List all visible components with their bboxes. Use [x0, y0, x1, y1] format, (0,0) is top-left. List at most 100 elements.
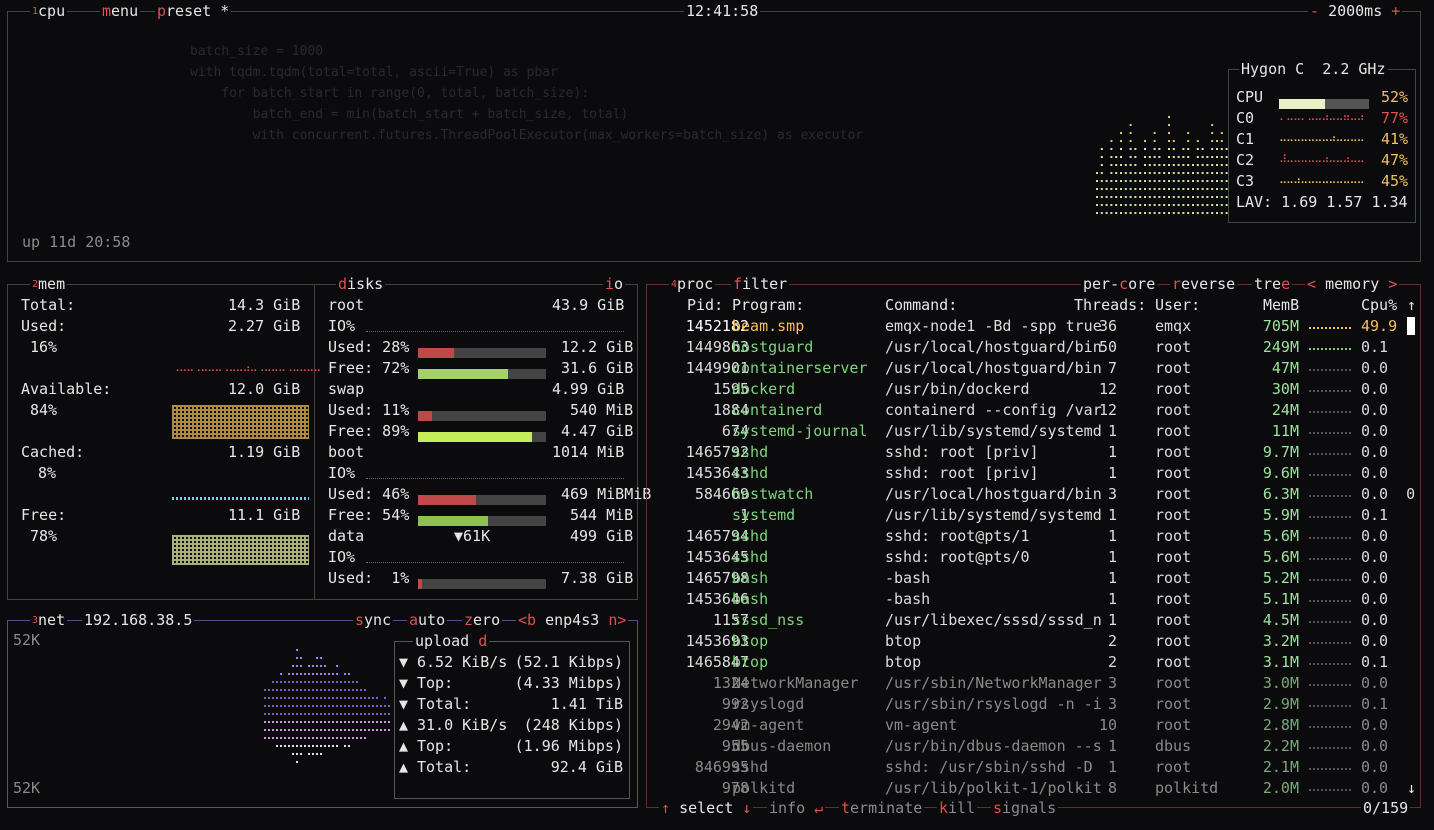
net-download-dot: [360, 697, 362, 699]
proc-per-core-toggle[interactable]: per-core: [1081, 274, 1158, 295]
proc-row[interactable]: 955 dbus-daemon/usr/bin/dbus-daemon --s 1 d…: [647, 736, 1422, 757]
net-interface-selector[interactable]: <b enp4s3 n>: [516, 610, 629, 631]
menu-button[interactable]: menu: [100, 1, 141, 22]
preset-button[interactable]: preset *: [155, 1, 232, 22]
proc-row[interactable]: 1 systemd/usr/lib/systemd/systemd 1 root 5.9…: [647, 505, 1422, 526]
scrollbar-thumb[interactable]: [1407, 317, 1415, 335]
proc-row[interactable]: 674 systemd-journal/usr/lib/systemd/syste…: [647, 421, 1422, 442]
cpu-graph-dot: [1100, 148, 1103, 150]
net-upload-dot: [296, 729, 298, 731]
cpu-graph-dot: [1182, 172, 1185, 174]
mem-panel: 2mem disks io Total: 14.3 GiB Used: 2.27…: [7, 274, 651, 600]
proc-cpu-graph: [1309, 705, 1353, 707]
update-interval[interactable]: - 2000ms +: [1308, 1, 1403, 22]
cpu-graph-dot: [1196, 188, 1199, 190]
net-download-dot: [288, 689, 290, 691]
cpu-graph-dot: [1182, 180, 1185, 182]
proc-info-button[interactable]: info ↵: [767, 798, 826, 819]
proc-row[interactable]: 1449863 hostguard/usr/local/hostguard/bin…: [647, 337, 1422, 358]
proc-filter-button[interactable]: filter: [731, 274, 790, 295]
proc-cpu-graph: [1309, 411, 1353, 413]
proc-row[interactable]: 1884 containerd containerd --config /var 12…: [647, 400, 1422, 421]
proc-program: sshd: [732, 527, 769, 545]
proc-row[interactable]: 1453643 sshd sshd: root [priv] 1 root 9.6M 0.0: [647, 463, 1422, 484]
disks-title[interactable]: disks: [336, 274, 386, 295]
net-upload-dot: [364, 737, 366, 739]
net-download-dot: [368, 713, 370, 715]
proc-kill-button[interactable]: kill: [937, 798, 978, 819]
header-command[interactable]: Command:: [885, 295, 957, 316]
net-download-dot: [328, 673, 330, 675]
proc-tree-toggle[interactable]: tree: [1252, 274, 1293, 295]
net-download-dot: [268, 713, 270, 715]
proc-mem: 3.0M: [1262, 674, 1299, 692]
net-download-dot: [284, 689, 286, 691]
cpu-graph-dot: [1100, 212, 1103, 214]
proc-row[interactable]: 1157 sssd_nss/usr/libexec/sssd/sssd_n 1 roo…: [647, 610, 1422, 631]
proc-select-control[interactable]: ↑ select ↓: [659, 798, 754, 819]
proc-row[interactable]: 1453645 sshd sshd: root@pts/0 1 root 5.6M 0.0: [647, 547, 1422, 568]
cpu-graph-dot: [1115, 204, 1118, 206]
proc-row[interactable]: 1453693 btop btop 2 root 3.2M 0.0: [647, 631, 1422, 652]
cpu-graph-dot: [1201, 188, 1204, 190]
proc-mem: 2.0M: [1262, 779, 1299, 797]
proc-row[interactable]: 1465847 btop btop 2 root 3.1M 0.1: [647, 652, 1422, 673]
proc-reverse-toggle[interactable]: reverse: [1170, 274, 1238, 295]
net-auto-toggle[interactable]: auto: [407, 610, 448, 631]
header-threads[interactable]: Threads:: [1074, 295, 1146, 316]
net-upload-dot: [284, 745, 286, 747]
cpu-title[interactable]: 1cpu: [30, 1, 68, 22]
proc-title[interactable]: 4proc: [669, 274, 716, 295]
net-upload-dot: [360, 737, 362, 739]
net-download-dot: [268, 705, 270, 707]
mem-title[interactable]: 2mem: [30, 274, 68, 295]
proc-row[interactable]: 1465794 sshd sshd: root@pts/1 1 root 5.6M 0.0: [647, 526, 1422, 547]
cpu-graph-dot: [1196, 172, 1199, 174]
proc-row[interactable]: 1449901 containerserver/usr/local/hostgua…: [647, 358, 1422, 379]
net-title[interactable]: 3net: [30, 610, 68, 631]
cpu-graph-dot: [1110, 140, 1113, 142]
proc-row[interactable]: 1595 dockerd/usr/bin/dockerd 12 root 30M 0.0: [647, 379, 1422, 400]
proc-program: systemd: [732, 506, 796, 524]
proc-row[interactable]: 1465798 bash -bash 1 root 5.2M 0.0: [647, 568, 1422, 589]
cpu-graph-dot: [1148, 188, 1151, 190]
header-user[interactable]: User:: [1155, 295, 1200, 316]
proc-row[interactable]: 1453646 bash -bash 1 root 5.1M 0.0: [647, 589, 1422, 610]
proc-row[interactable]: 992 rsyslogd/usr/sbin/rsyslogd -n -i 3 root…: [647, 694, 1422, 715]
net-upload-dot: [384, 721, 386, 723]
scroll-up-icon[interactable]: ↑: [1407, 295, 1416, 316]
net-download-dot: [332, 713, 334, 715]
proc-row[interactable]: 978 polkitd/usr/lib/polkit-1/polkit 8 polki…: [647, 778, 1422, 799]
core-3-pct: 45%: [1381, 172, 1409, 190]
net-sync-toggle[interactable]: sync: [353, 610, 394, 631]
proc-signals-button[interactable]: signals: [991, 798, 1059, 819]
cpu-graph-dot: [1115, 196, 1118, 198]
proc-cpu-graph: [1309, 621, 1353, 623]
proc-threads: 1: [1107, 758, 1117, 776]
proc-row[interactable]: 2942 vm-agent vm-agent 10 root 2.8M 0.0: [647, 715, 1422, 736]
scroll-down-icon[interactable]: ↓: [1407, 778, 1416, 799]
proc-row[interactable]: 1324 NetworkManager/usr/sbin/NetworkManag…: [647, 673, 1422, 694]
net-download-dot: [312, 713, 314, 715]
proc-row[interactable]: 1465792 sshd sshd: root [priv] 1 root 9.7M 0.0: [647, 442, 1422, 463]
cpu-graph-dot: [1120, 156, 1122, 158]
net-upload-dot: [288, 721, 290, 723]
header-cpu[interactable]: Cpu%: [1361, 295, 1397, 316]
proc-sort-selector[interactable]: < memory >: [1305, 274, 1400, 295]
proc-row[interactable]: 584669 hostwatch/usr/local/hostguard/bin 3…: [647, 484, 1422, 505]
cpu-graph-dot: [1144, 164, 1146, 166]
mem-cached-graph: [172, 497, 309, 500]
proc-terminate-button[interactable]: terminate: [839, 798, 925, 819]
header-pid[interactable]: Pid:: [687, 295, 723, 316]
cpu-graph-dot: [1201, 156, 1204, 158]
proc-threads: 12: [1098, 401, 1117, 419]
proc-row[interactable]: 1452182 beam.smp emqx-node1 -Bd -spp true 3…: [647, 316, 1422, 337]
proc-row[interactable]: 846995 sshd sshd: /usr/sbin/sshd -D 1 root 2.…: [647, 757, 1422, 778]
net-upload-dot: [304, 721, 306, 723]
header-program[interactable]: Program:: [732, 295, 804, 316]
header-mem[interactable]: MemB: [1263, 295, 1299, 316]
net-zero-toggle[interactable]: zero: [462, 610, 503, 631]
cpu-graph-dot: [1192, 180, 1194, 182]
proc-command: -bash: [885, 590, 931, 608]
io-toggle[interactable]: io: [603, 274, 626, 295]
